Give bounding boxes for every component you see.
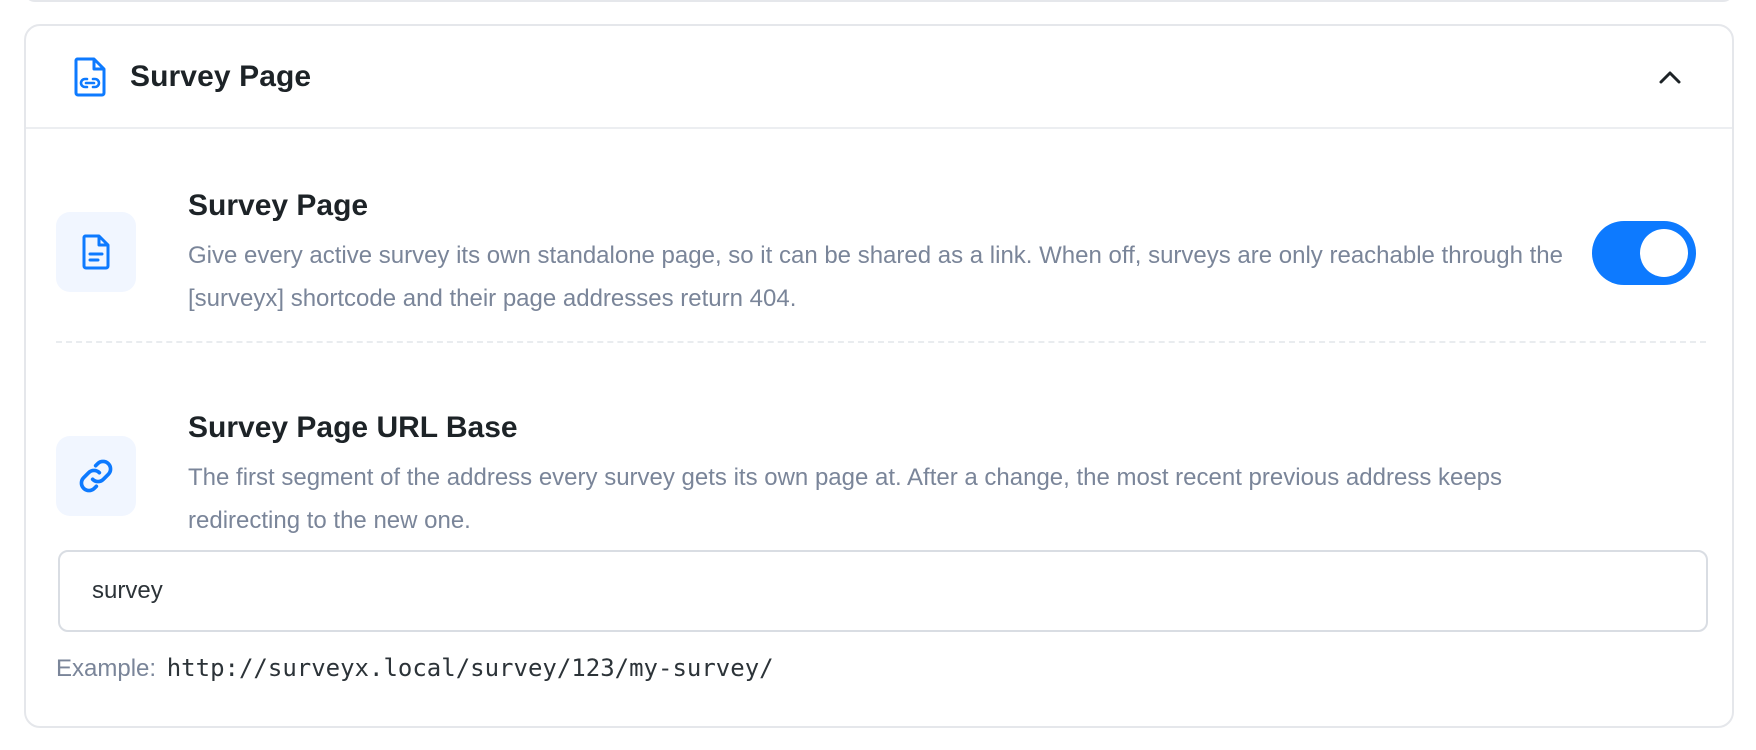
example-label: Example: — [56, 655, 157, 682]
setting-text: Survey Page URL Base The first segment o… — [188, 410, 1608, 542]
url-base-field-wrapper — [58, 550, 1708, 632]
setting-text: Survey Page Give every active survey its… — [188, 188, 1588, 320]
survey-page-settings-card: Survey Page Survey Page Give every activ… — [24, 24, 1734, 728]
setting-title: Survey Page URL Base — [188, 411, 518, 444]
survey-page-toggle[interactable] — [1592, 221, 1696, 285]
toggle-knob — [1640, 229, 1688, 277]
document-icon — [82, 234, 110, 270]
previous-card-edge — [24, 0, 1734, 2]
example-url: http://surveyx.local/survey/123/my-surve… — [166, 654, 774, 682]
chevron-up-icon — [1659, 71, 1681, 83]
setting-title: Survey Page — [188, 189, 369, 222]
setting-icon-box — [56, 212, 136, 292]
url-base-input[interactable] — [60, 552, 1706, 630]
setting-description: Give every active survey its own standal… — [188, 242, 1563, 312]
setting-row-survey-page: Survey Page Give every active survey its… — [56, 186, 1706, 346]
link-icon — [79, 459, 113, 493]
card-header[interactable]: Survey Page — [26, 26, 1732, 129]
file-link-icon — [72, 57, 108, 97]
section-title: Survey Page — [130, 59, 312, 93]
url-example: Example: http://surveyx.local/survey/123… — [56, 654, 774, 683]
setting-row-url-base: Survey Page URL Base The first segment o… — [56, 410, 1706, 560]
collapse-button[interactable] — [1654, 61, 1686, 93]
setting-description: The first segment of the address every s… — [188, 464, 1503, 534]
divider — [56, 341, 1706, 343]
setting-icon-box — [56, 436, 136, 516]
